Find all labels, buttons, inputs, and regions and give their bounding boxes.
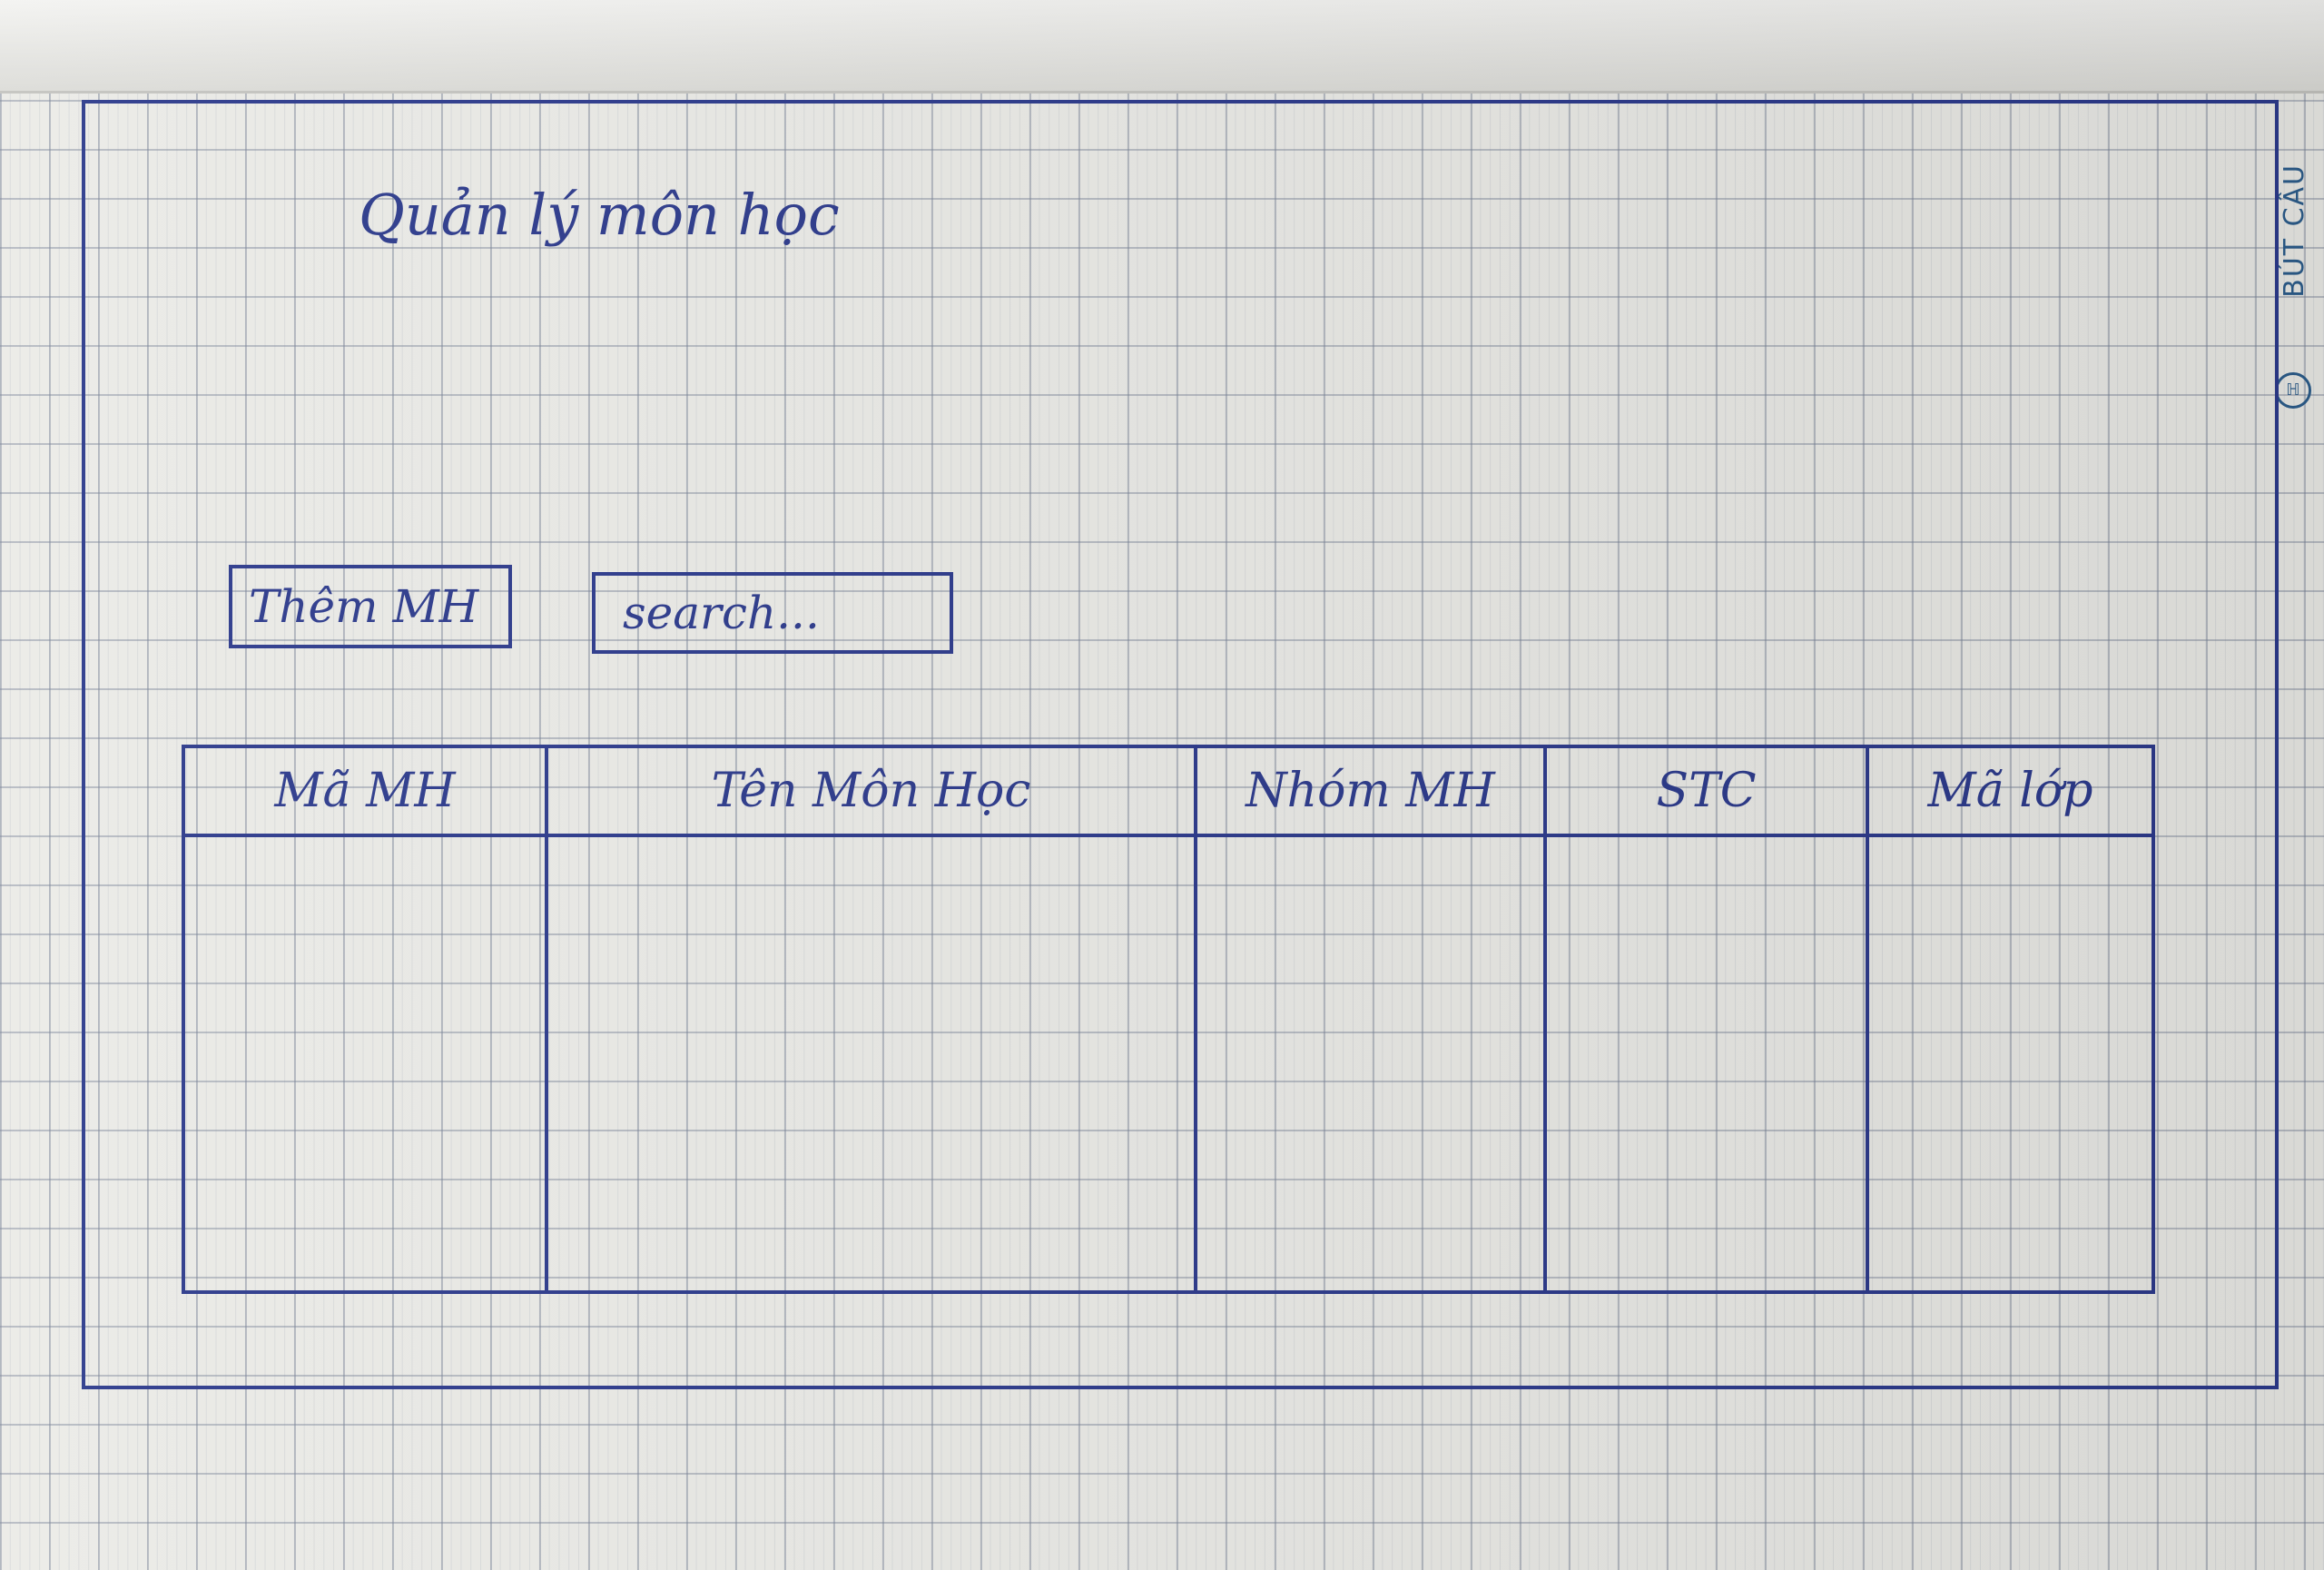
column-header-ten-mon-hoc[interactable]: Tên Môn Học xyxy=(545,746,1197,837)
brand-logo-icon: ℍ xyxy=(2275,372,2311,409)
column-header-nhom-mh[interactable]: Nhóm MH xyxy=(1194,746,1547,837)
add-subject-button[interactable]: Thêm MH xyxy=(229,565,512,648)
page-title: Quản lý môn học xyxy=(359,182,840,248)
table-cell xyxy=(1866,835,2155,1292)
table-body-empty xyxy=(182,835,2155,1292)
column-header-ma-lop[interactable]: Mã lớp xyxy=(1866,746,2155,837)
table-cell xyxy=(1543,835,1869,1292)
brand-text: BÚT CÂU xyxy=(2279,163,2310,298)
table-cell xyxy=(1194,835,1547,1292)
column-header-stc[interactable]: STC xyxy=(1543,746,1869,837)
notebook-top-page xyxy=(0,0,2324,94)
table-cell xyxy=(545,835,1197,1292)
table-cell xyxy=(182,835,548,1292)
search-input[interactable] xyxy=(592,572,953,654)
subjects-table: Mã MH Tên Môn Học Nhóm MH STC Mã lớp xyxy=(182,745,2155,1294)
table-header-row: Mã MH Tên Môn Học Nhóm MH STC Mã lớp xyxy=(182,746,2155,837)
column-header-ma-mh[interactable]: Mã MH xyxy=(182,746,548,837)
